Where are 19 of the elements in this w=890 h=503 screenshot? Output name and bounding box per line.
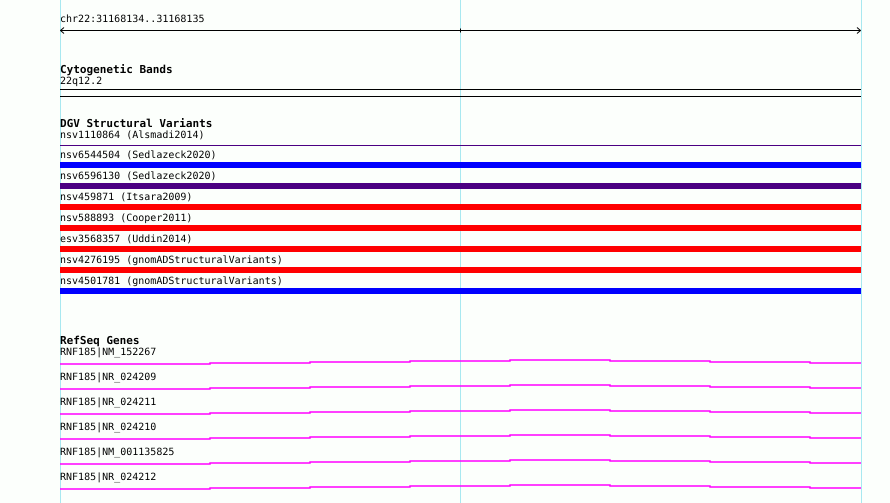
variant-label: nsv588893 (Cooper2011) bbox=[60, 213, 194, 225]
variant-label: nsv4276195 (gnomADStructuralVariants) bbox=[60, 255, 284, 267]
variant-label: nsv4501781 (gnomADStructuralVariants) bbox=[60, 276, 284, 288]
variant-label: esv3568357 (Uddin2014) bbox=[60, 234, 194, 246]
track-title: RefSeq Genes bbox=[60, 335, 140, 347]
variant-label: nsv459871 (Itsara2009) bbox=[60, 192, 194, 204]
variant-label: nsv6596130 (Sedlazeck2020) bbox=[60, 171, 218, 183]
variant-label: nsv1110864 (Alsmadi2014) bbox=[60, 130, 206, 142]
gene-label: RNF185|NR_024209 bbox=[60, 372, 158, 384]
location-label: chr22:31168134..31168135 bbox=[60, 14, 206, 26]
gene-label: RNF185|NR_024210 bbox=[60, 422, 158, 434]
gene-label: RNF185|NR_024212 bbox=[60, 472, 158, 484]
variant-label: nsv6544504 (Sedlazeck2020) bbox=[60, 150, 218, 162]
track-title: DGV Structural Variants bbox=[60, 118, 214, 130]
gene-label: RNF185|NM_152267 bbox=[60, 347, 158, 359]
track-title: Cytogenetic Bands bbox=[60, 64, 174, 76]
band-label: 22q12.2 bbox=[60, 76, 104, 88]
gene-label: RNF185|NR_024211 bbox=[60, 397, 158, 409]
gene-label: RNF185|NM_001135825 bbox=[60, 447, 176, 459]
